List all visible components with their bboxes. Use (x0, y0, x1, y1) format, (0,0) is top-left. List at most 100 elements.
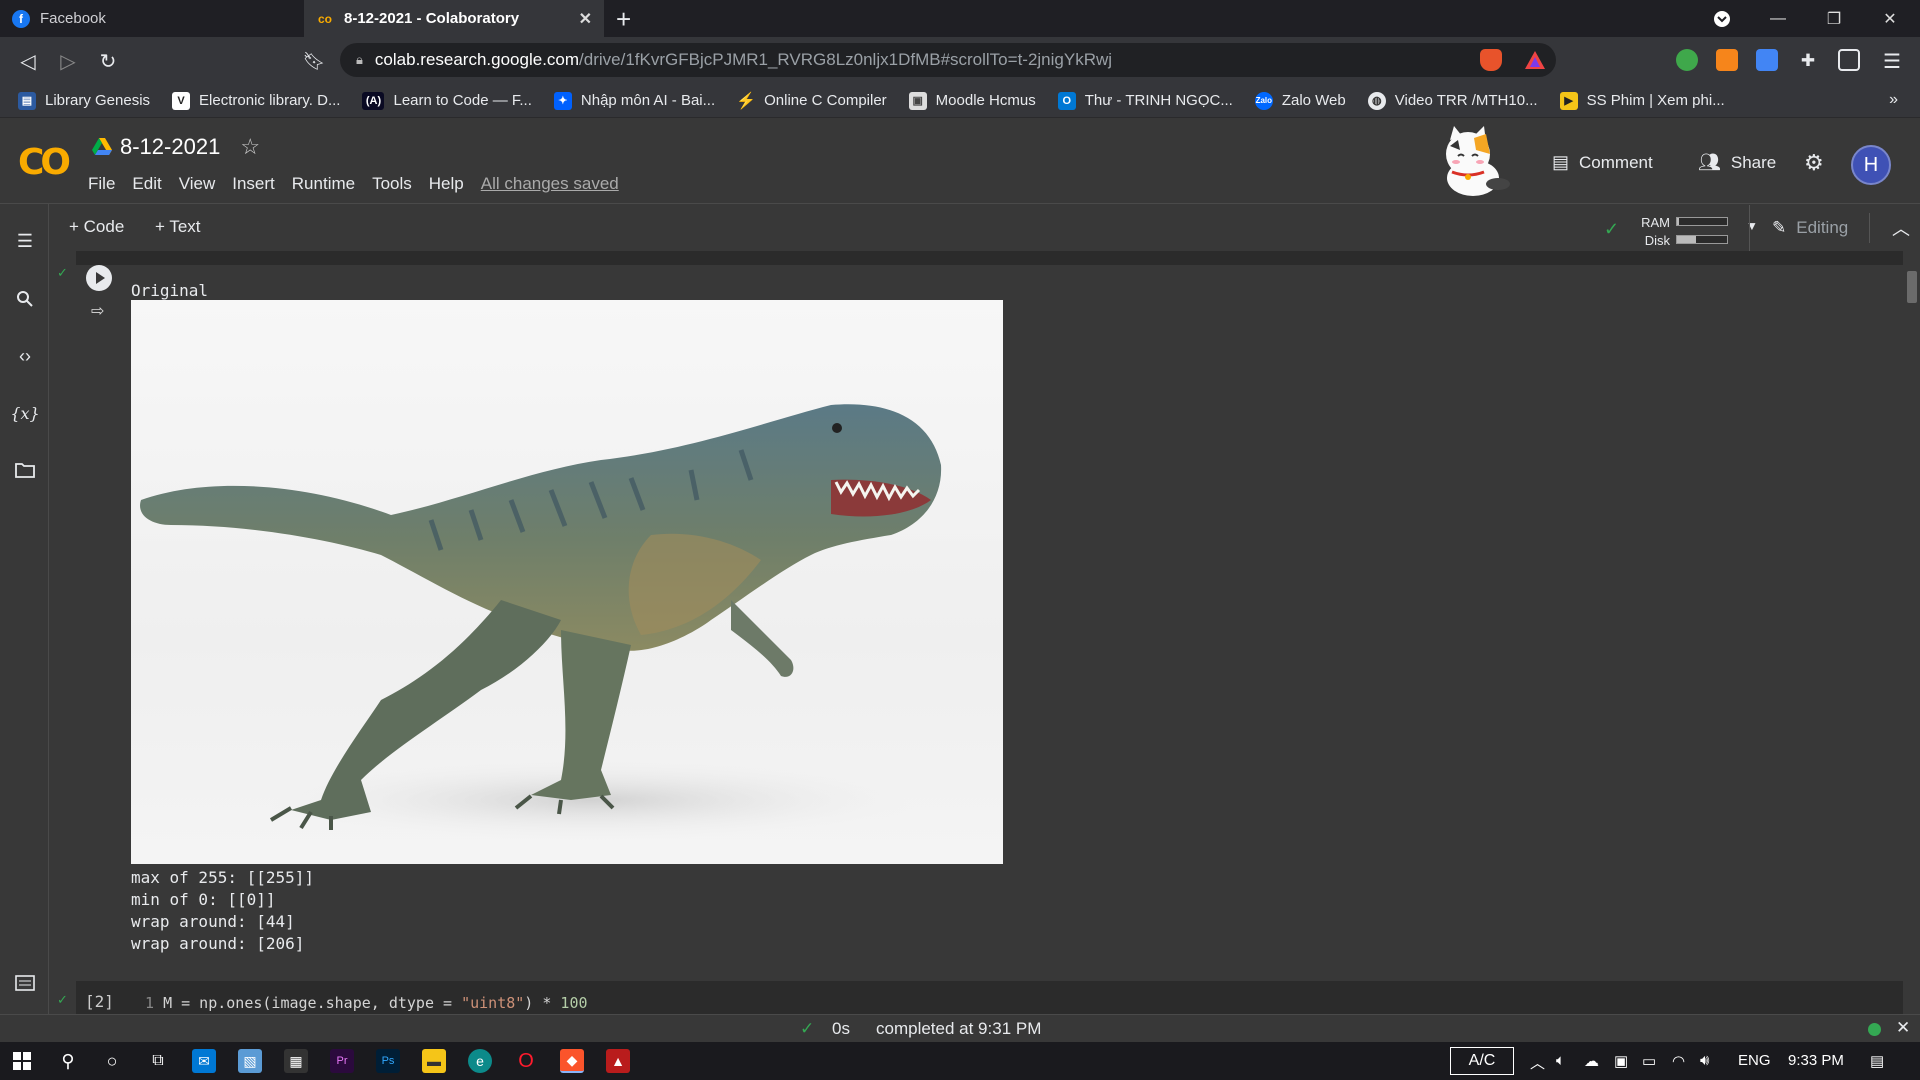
photos-icon[interactable]: ▧ (238, 1049, 262, 1073)
menu-view[interactable]: View (179, 174, 216, 194)
opera-icon[interactable]: O (514, 1049, 538, 1073)
search-icon[interactable] (12, 286, 38, 312)
bookmark-item[interactable]: ⚡ Online C Compiler (736, 92, 887, 110)
compiler-icon: ⚡ (736, 92, 757, 110)
reload-icon[interactable]: ↻ (94, 47, 122, 75)
notebook-area: ✓ ⇨ Original max of 255: [[255]] min of … (49, 251, 1903, 1014)
close-status-icon[interactable]: ✕ (1896, 1018, 1910, 1038)
cell-1-text-output: max of 255: [[255]] min of 0: [[0]] wrap… (131, 867, 314, 955)
tab-colab[interactable]: co 8-12-2021 - Colaboratory ✕ (304, 0, 604, 37)
brave-shield-icon[interactable] (1480, 49, 1502, 71)
colab-logo[interactable]: CO (18, 142, 71, 183)
premiere-icon[interactable]: Pr (330, 1049, 354, 1073)
tray-overflow-icon[interactable]: ︿ (1530, 1052, 1545, 1073)
execution-duration[interactable]: 0s (832, 1019, 850, 1039)
battery-icon[interactable]: ▭ (1642, 1052, 1656, 1070)
bookmark-item[interactable]: ▣ Moodle Hcmus (908, 91, 1036, 110)
clock[interactable]: 9:33 PM (1788, 1052, 1844, 1069)
ac-indicator[interactable]: A/C (1450, 1047, 1514, 1075)
add-code-cell-button[interactable]: + Code (69, 217, 124, 237)
address-bar[interactable]: 🔒︎ colab.research.google.com/drive/1fKvr… (340, 43, 1556, 77)
user-avatar[interactable]: H (1851, 145, 1891, 185)
bookmark-icon[interactable]: 🔖︎ (300, 47, 328, 75)
bookmark-item[interactable]: ◍ Video TRR /MTH10... (1367, 91, 1538, 110)
notifications-icon[interactable]: ▤ (1870, 1052, 1884, 1070)
brave-rewards-icon[interactable] (1524, 49, 1546, 71)
code-snippets-icon[interactable]: ‹› (12, 343, 38, 369)
language-indicator[interactable]: ENG (1738, 1052, 1771, 1069)
translate-icon[interactable] (1756, 49, 1778, 71)
resource-monitor[interactable]: ✓ RAM Disk ▼ (1604, 211, 1764, 248)
menu-tools[interactable]: Tools (372, 174, 412, 194)
close-window-icon[interactable]: ✕ (1862, 0, 1918, 37)
menu-file[interactable]: File (88, 174, 115, 194)
bookmark-item[interactable]: ▶ SS Phim | Xem phi... (1559, 91, 1725, 110)
volume-icon[interactable]: 🔊︎ (1700, 1052, 1709, 1069)
menu-insert[interactable]: Insert (232, 174, 275, 194)
store-icon[interactable]: ▦ (284, 1049, 308, 1073)
bookmark-item[interactable]: ✦ Nhập môn AI - Bai... (553, 91, 715, 110)
edge-icon[interactable]: e (468, 1049, 492, 1073)
star-icon[interactable]: ☆ (240, 134, 260, 160)
ram-label: RAM (1641, 215, 1670, 230)
share-button[interactable]: 👥︎ Share (1698, 152, 1776, 173)
extensions-icon[interactable]: ✚ (1794, 47, 1822, 75)
command-palette-icon[interactable] (12, 970, 38, 996)
bookmarks-overflow-icon[interactable]: » (1889, 91, 1898, 109)
menu-runtime[interactable]: Runtime (292, 174, 355, 194)
settings-gear-icon[interactable]: ⚙ (1804, 150, 1824, 176)
cell-1-code-strip[interactable] (76, 251, 1903, 265)
folder-icon[interactable] (12, 457, 38, 483)
device-icon[interactable]: ▣ (1614, 1052, 1628, 1070)
speaker-icon[interactable]: 🔈︎ (1556, 1052, 1565, 1069)
bookmark-item[interactable]: O Thư - TRINH NGỌC... (1057, 91, 1233, 110)
extension-icon[interactable] (1676, 49, 1698, 71)
wifi-icon[interactable]: ◠ (1672, 1052, 1685, 1070)
collapse-header-icon[interactable]: ︿ (1869, 213, 1910, 243)
cat-mascot-icon (1446, 126, 1510, 196)
table-of-contents-icon[interactable]: ☰ (12, 228, 38, 254)
minimize-icon[interactable]: — (1750, 0, 1806, 37)
output-image (131, 300, 1003, 864)
bookmark-item[interactable]: Zalo Zalo Web (1254, 91, 1346, 110)
photoshop-icon[interactable]: Ps (376, 1049, 400, 1073)
tab-facebook[interactable]: f Facebook (0, 0, 304, 37)
bookmark-item[interactable]: V Electronic library. D... (172, 91, 340, 110)
google-drive-icon[interactable] (92, 138, 112, 156)
run-cell-button[interactable] (86, 265, 112, 291)
menu-edit[interactable]: Edit (132, 174, 161, 194)
comment-button[interactable]: ▤ Comment (1552, 152, 1653, 173)
file-explorer-icon[interactable]: ▬ (422, 1049, 446, 1073)
notebook-title[interactable]: 8-12-2021 (120, 134, 220, 160)
browser-menu-icon[interactable]: ☰ (1878, 47, 1906, 75)
add-text-cell-button[interactable]: + Text (155, 217, 201, 237)
search-taskbar-icon[interactable]: ⚲ (56, 1049, 80, 1073)
windows-start-icon[interactable] (10, 1049, 34, 1073)
new-tab-button[interactable]: + (616, 4, 631, 35)
wallet-icon[interactable] (1838, 49, 1860, 71)
mail-icon[interactable]: ✉ (192, 1049, 216, 1073)
restore-icon[interactable]: ❐ (1806, 0, 1862, 37)
scrollbar-thumb[interactable] (1907, 271, 1917, 303)
cortana-icon[interactable]: ○ (100, 1049, 124, 1073)
onedrive-icon[interactable]: ☁ (1584, 1052, 1599, 1070)
browser-toolbar: ◁ ▷ ↻ 🔖︎ 🔒︎ colab.research.google.com/dr… (0, 37, 1920, 84)
bookmark-item[interactable]: (A) Learn to Code — F... (362, 91, 532, 110)
game-app-icon[interactable]: ▲ (606, 1049, 630, 1073)
back-icon[interactable]: ◁ (14, 47, 42, 75)
output-actions-icon[interactable]: ⇨ (91, 301, 104, 321)
bookmark-item[interactable]: ▤ Library Genesis (18, 91, 150, 110)
editing-mode-button[interactable]: ✎ Editing (1749, 205, 1848, 251)
task-view-icon[interactable]: ⧉ (146, 1049, 170, 1073)
forward-icon[interactable]: ▷ (54, 47, 82, 75)
tab-search-icon[interactable] (1694, 0, 1750, 37)
brave-taskbar-icon[interactable]: ◆ (560, 1049, 584, 1073)
save-status[interactable]: All changes saved (481, 174, 619, 194)
menu-help[interactable]: Help (429, 174, 464, 194)
metamask-icon[interactable] (1716, 49, 1738, 71)
close-tab-icon[interactable]: ✕ (579, 9, 592, 29)
variables-icon[interactable]: {x} (10, 400, 39, 426)
code-editor-line[interactable]: 1 M = np.ones(image.shape, dtype = "uint… (145, 994, 588, 1012)
notebook-scrollbar[interactable] (1903, 251, 1920, 1014)
dropbox-icon: ✦ (553, 91, 572, 110)
